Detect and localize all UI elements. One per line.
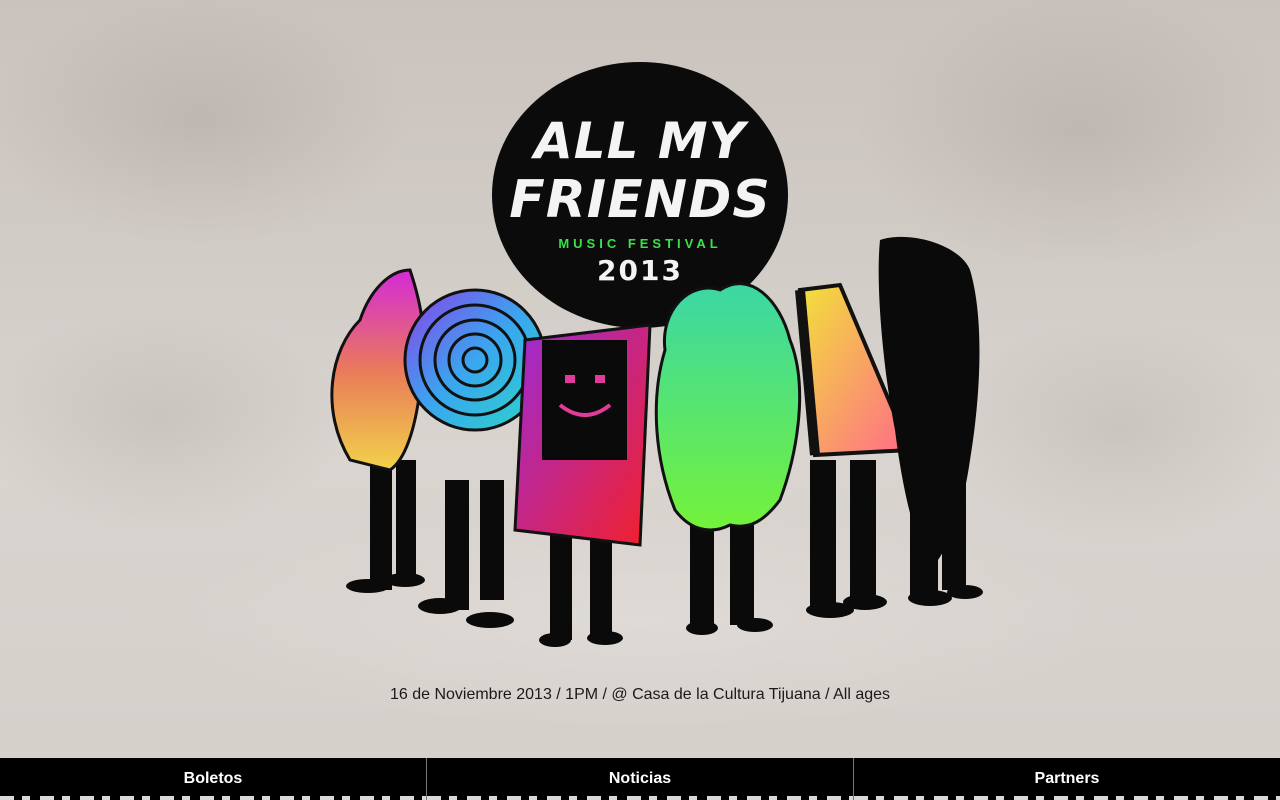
hero-illustration xyxy=(330,236,983,647)
nav-partners[interactable]: Partners xyxy=(854,758,1280,800)
logo-title-line1: ALL MY xyxy=(534,112,746,170)
event-details: 16 de Noviembre 2013 / 1PM / @ Casa de l… xyxy=(389,686,891,703)
nav-noticias[interactable]: Noticias xyxy=(427,758,854,800)
main-nav: Boletos Noticias Partners xyxy=(0,758,1280,800)
logo-title-line2: FRIENDS xyxy=(509,170,771,230)
nav-boletos[interactable]: Boletos xyxy=(0,758,427,800)
